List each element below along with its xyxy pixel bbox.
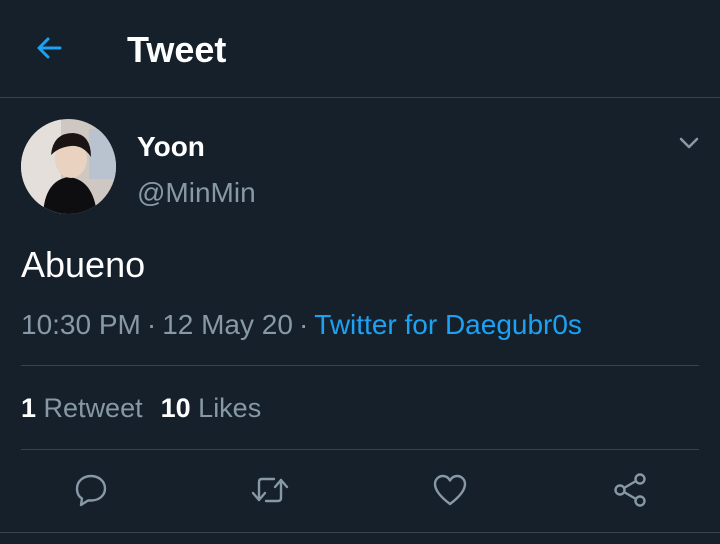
retweets-count: 1 bbox=[21, 393, 37, 423]
more-options-button[interactable] bbox=[674, 130, 704, 160]
share-icon bbox=[612, 472, 648, 508]
tweet-metadata: 10:30 PM · 12 May 20 · Twitter for Daegubr0s bbox=[21, 308, 582, 342]
reply-button[interactable] bbox=[71, 470, 111, 510]
avatar-photo bbox=[21, 119, 116, 214]
page-title: Tweet bbox=[127, 29, 227, 70]
top-bar: Tweet bbox=[0, 0, 720, 98]
divider bbox=[21, 449, 699, 450]
meta-separator: · bbox=[298, 309, 309, 340]
retweet-button[interactable] bbox=[250, 470, 290, 510]
back-button[interactable] bbox=[22, 28, 76, 72]
author-name[interactable]: Yoon bbox=[137, 131, 205, 163]
back-arrow-icon bbox=[34, 33, 64, 68]
share-button[interactable] bbox=[610, 470, 650, 510]
heart-icon bbox=[432, 473, 468, 507]
retweets-label: Retweet bbox=[43, 393, 143, 423]
retweet-icon bbox=[250, 472, 290, 508]
tweet-detail-screen: Tweet Yoon @MinMin Abueno 10:30 PM · 12 Ma… bbox=[0, 0, 720, 544]
author-handle[interactable]: @MinMin bbox=[137, 177, 256, 209]
tweet-source-link[interactable]: Twitter for Daegubr0s bbox=[314, 309, 582, 340]
avatar[interactable] bbox=[21, 119, 116, 214]
tweet-text: Abueno bbox=[21, 244, 146, 285]
tweet-time: 10:30 PM bbox=[21, 309, 141, 340]
likes-count: 10 bbox=[160, 393, 191, 423]
tweet-date: 12 May 20 bbox=[162, 309, 293, 340]
retweets-stat[interactable]: 1 Retweet bbox=[21, 393, 143, 423]
chevron-down-icon bbox=[678, 136, 700, 155]
reply-icon bbox=[73, 472, 109, 508]
divider bbox=[21, 365, 699, 366]
likes-stat[interactable]: 10 Likes bbox=[161, 393, 262, 423]
like-button[interactable] bbox=[430, 470, 470, 510]
tweet-stats: 1 Retweet 10 Likes bbox=[21, 391, 279, 425]
likes-label: Likes bbox=[198, 393, 262, 423]
divider bbox=[0, 532, 720, 533]
meta-separator: · bbox=[146, 309, 157, 340]
